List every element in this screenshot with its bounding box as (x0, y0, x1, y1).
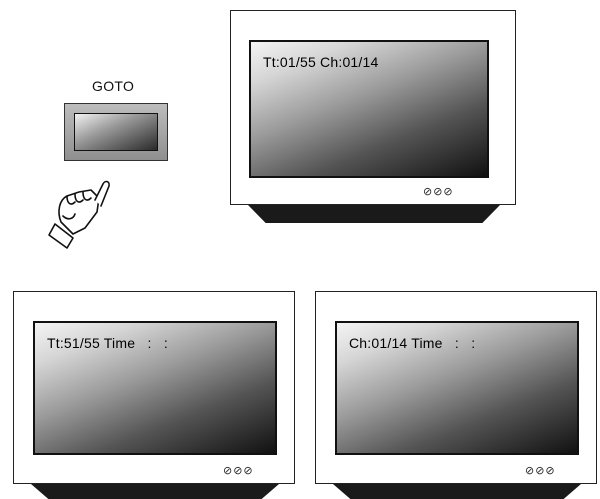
monitor-bottom-right: Ch:01/14 Time : : ⊘⊘⊘ (315, 291, 597, 499)
monitor-screen: Tt:01/55 Ch:01/14 (249, 40, 489, 178)
monitor-stand (333, 484, 581, 499)
goto-button-face (74, 113, 158, 151)
monitor-stand (31, 484, 279, 499)
control-knobs: ⊘⊘⊘ (223, 465, 254, 477)
monitor-top: Tt:01/55 Ch:01/14 ⊘⊘⊘ (230, 10, 516, 223)
goto-button[interactable] (64, 103, 168, 161)
monitor-bottom-left: Tt:51/55 Time : : ⊘⊘⊘ (13, 291, 295, 499)
screen-text: Tt:51/55 Time : : (47, 335, 168, 351)
control-knobs: ⊘⊘⊘ (525, 465, 556, 477)
pointing-hand-icon (48, 180, 110, 249)
monitor-screen: Tt:51/55 Time : : (33, 321, 277, 455)
control-knobs: ⊘⊘⊘ (423, 186, 454, 198)
monitor-stand (248, 205, 500, 223)
screen-text: Tt:01/55 Ch:01/14 (263, 54, 379, 70)
goto-label: GOTO (92, 78, 135, 94)
monitor-screen: Ch:01/14 Time : : (335, 321, 579, 455)
screen-text: Ch:01/14 Time : : (349, 335, 476, 351)
